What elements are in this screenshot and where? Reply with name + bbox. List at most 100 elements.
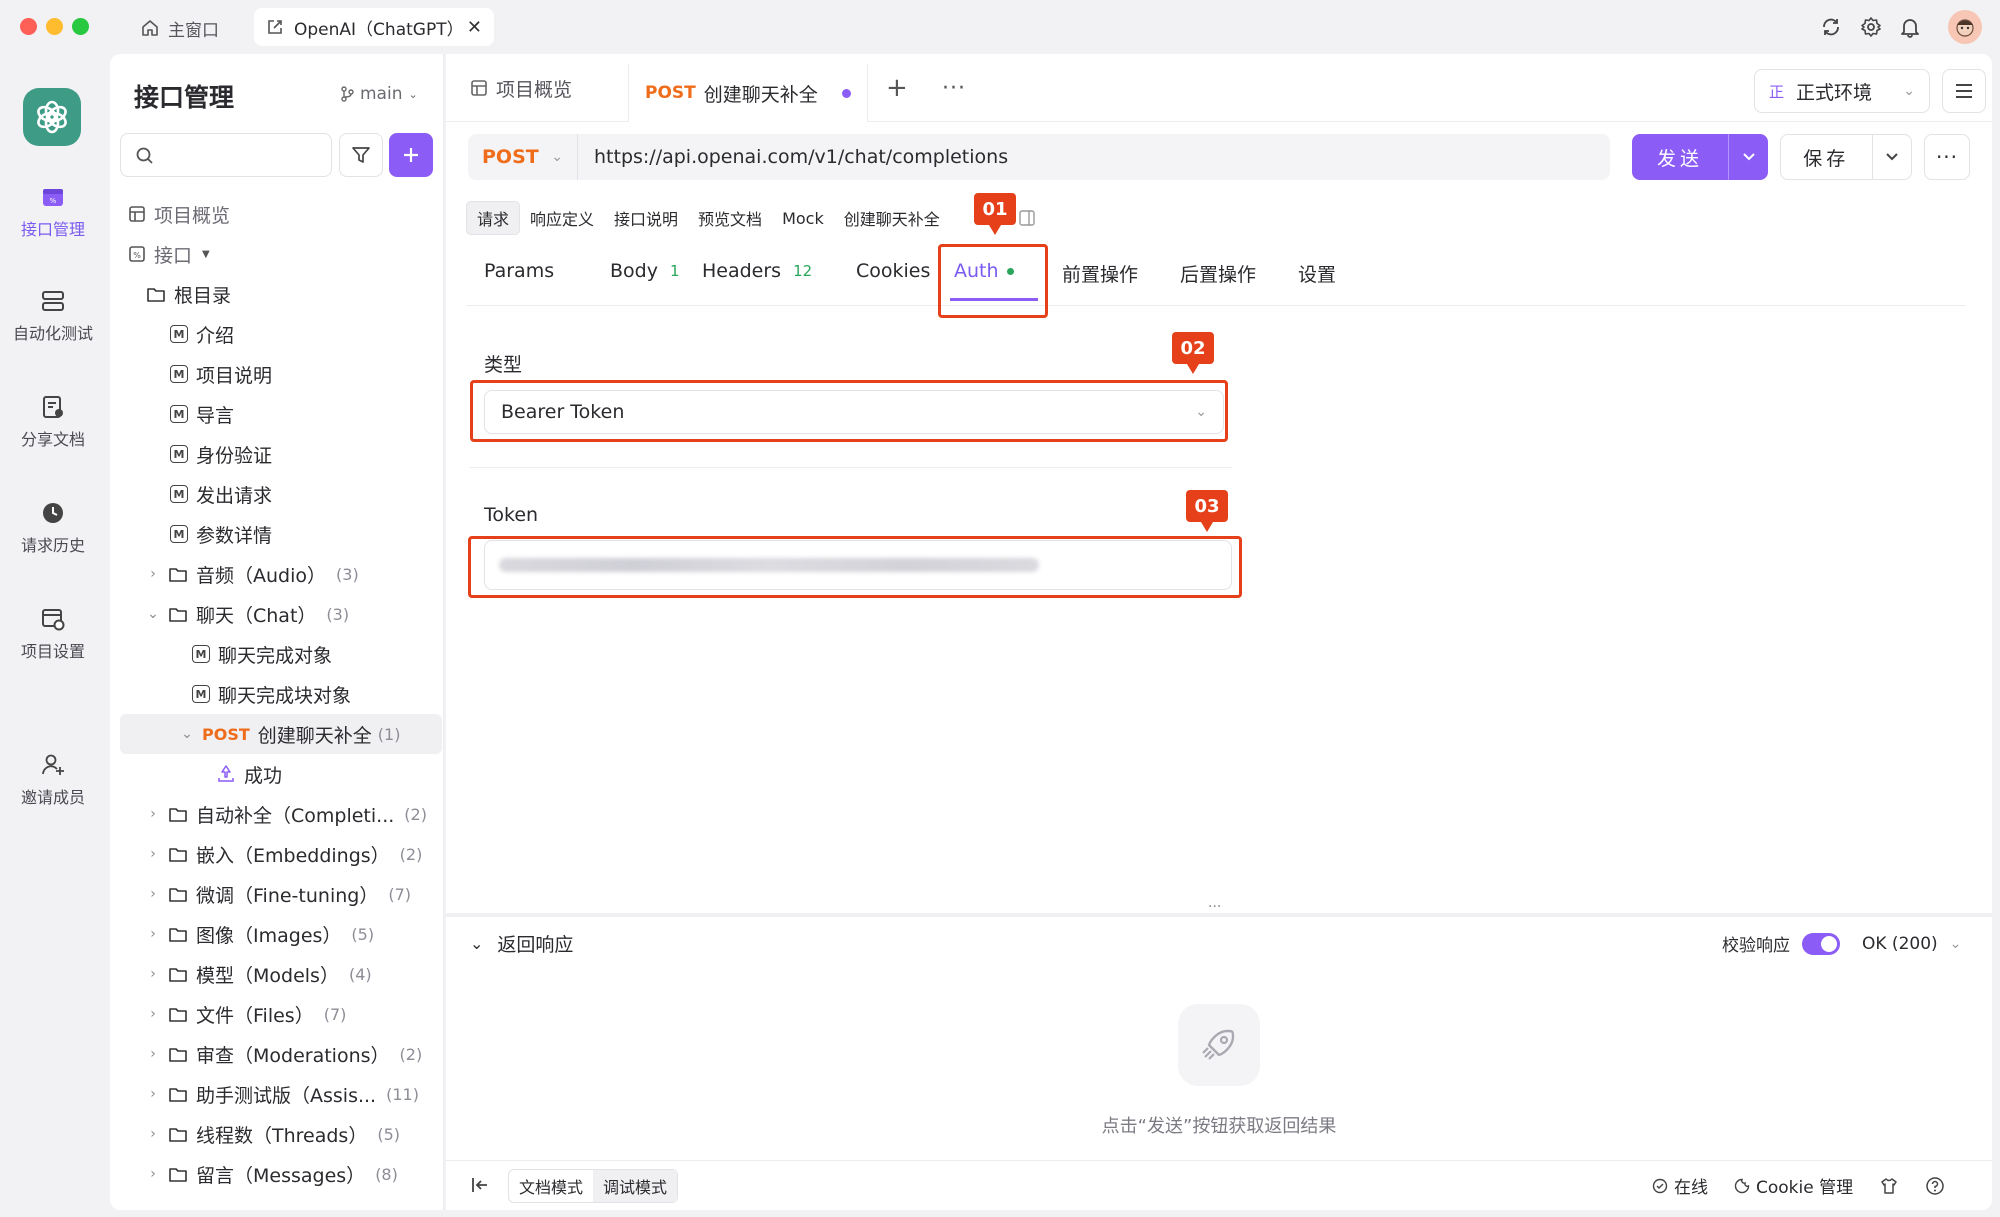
send-button[interactable]: 发送 (1632, 134, 1768, 180)
rail-item-invite[interactable]: 邀请成员 (0, 752, 106, 808)
document-share-icon (40, 394, 66, 420)
tree-folder-moderations[interactable]: › 审查（Moderations） (2) (110, 1034, 444, 1074)
online-status[interactable]: 在线 (1652, 1173, 1708, 1198)
bell-icon[interactable] (1897, 14, 1923, 40)
rail-item-project-settings[interactable]: 项目设置 (0, 606, 106, 662)
sidebar-item-overview[interactable]: 项目概览 (110, 194, 444, 234)
rail-item-api-management[interactable]: % 接口管理 (0, 184, 106, 240)
subtab-request[interactable]: 请求 (466, 201, 521, 235)
subtab-preview-docs[interactable]: 预览文档 (688, 202, 772, 234)
tab-params[interactable]: Params (484, 260, 554, 282)
subtab-api-name[interactable]: 创建聊天补全 (834, 202, 950, 234)
tree-doc-project-notes[interactable]: M 项目说明 (110, 354, 444, 394)
new-tab-button[interactable]: + (886, 68, 908, 108)
subtab-response-definition[interactable]: 响应定义 (520, 202, 604, 234)
branch-selector[interactable]: main ⌄ (340, 84, 418, 104)
gear-icon[interactable] (1858, 14, 1884, 40)
headers-count: 12 (793, 262, 813, 280)
tree-folder-messages[interactable]: › 留言（Messages） (8) (110, 1154, 444, 1194)
zoom-window-button[interactable] (72, 18, 89, 35)
token-label: Token (484, 504, 539, 526)
minimize-window-button[interactable] (46, 18, 63, 35)
folder-icon (168, 845, 188, 863)
help-icon[interactable] (1925, 1176, 1945, 1196)
tree-folder-root[interactable]: 根目录 (110, 274, 444, 314)
tree-folder-embeddings[interactable]: › 嵌入（Embeddings） (2) (110, 834, 444, 874)
subtab-mock[interactable]: Mock (772, 205, 834, 232)
save-options-button[interactable] (1871, 135, 1911, 179)
tab-pre-operations[interactable]: 前置操作 (1062, 260, 1138, 287)
method-badge: POST (645, 83, 696, 103)
tree-folder-audio[interactable]: › 音频（Audio） (3) (110, 554, 444, 594)
env-menu-button[interactable] (1942, 69, 1986, 113)
more-actions-button[interactable]: ··· (1924, 134, 1970, 180)
url-input[interactable]: https://api.openai.com/v1/chat/completio… (578, 146, 1008, 168)
tree-doc-auth[interactable]: M 身份验证 (110, 434, 444, 474)
tree-doc-chat-completion-object[interactable]: M 聊天完成对象 (110, 634, 444, 674)
tree-doc-preface[interactable]: M 导言 (110, 394, 444, 434)
more-icon: ··· (1935, 145, 1959, 169)
panel-icon[interactable] (1018, 209, 1036, 227)
response-header[interactable]: ⌄ 返回响应 (470, 930, 573, 957)
tree-api-create-chat-completion[interactable]: ⌄ POST 创建聊天补全 (1) (120, 714, 442, 754)
rail-item-label: 自动化测试 (12, 324, 93, 343)
markdown-icon: M (170, 525, 188, 543)
validate-label: 校验响应 (1722, 936, 1790, 956)
sync-icon[interactable] (1818, 14, 1844, 40)
tab-post-operations[interactable]: 后置操作 (1180, 260, 1256, 287)
collapse-sidebar-icon[interactable] (470, 1175, 490, 1195)
tab-create-chat-completion[interactable]: POST 创建聊天补全 (628, 64, 868, 122)
folder-icon (168, 885, 188, 903)
add-api-button[interactable] (389, 133, 433, 177)
doc-mode-button[interactable]: 文档模式 (509, 1170, 593, 1202)
folder-icon (168, 1045, 188, 1063)
rail-item-label: 接口管理 (20, 220, 85, 239)
response-splitter[interactable]: ··· (446, 899, 1992, 917)
tree-folder-files[interactable]: › 文件（Files） (7) (110, 994, 444, 1034)
tabs-more-button[interactable]: ··· (942, 68, 966, 108)
avatar[interactable] (1948, 10, 1982, 44)
chevron-right-icon: › (150, 1006, 156, 1022)
close-window-button[interactable] (20, 18, 37, 35)
editor-tabs: 项目概览 POST 创建聊天补全 + ··· 正 正式环境 ⌄ (446, 54, 1992, 122)
tree-doc-params[interactable]: M 参数详情 (110, 514, 444, 554)
tree-example-success[interactable]: 成功 (110, 754, 444, 794)
body-count: 1 (669, 262, 680, 280)
sidebar-search-input[interactable] (120, 133, 332, 177)
tree-folder-models[interactable]: › 模型（Models） (4) (110, 954, 444, 994)
shirt-icon[interactable] (1879, 1176, 1899, 1196)
tree-folder-completions[interactable]: › 自动补全（Completi... (2) (110, 794, 444, 834)
tree-doc-requests[interactable]: M 发出请求 (110, 474, 444, 514)
tree-folder-threads[interactable]: › 线程数（Threads） (5) (110, 1114, 444, 1154)
tab-cookies[interactable]: Cookies (856, 260, 930, 282)
tree-folder-fine-tuning[interactable]: › 微调（Fine-tuning） (7) (110, 874, 444, 914)
status-selector[interactable]: OK (200) (1862, 934, 1938, 954)
rail-item-history[interactable]: 请求历史 (0, 500, 106, 556)
markdown-icon: M (192, 685, 210, 703)
debug-mode-button[interactable]: 调试模式 (593, 1170, 678, 1202)
tree-doc-intro[interactable]: M 介绍 (110, 314, 444, 354)
tree-doc-chat-chunk-object[interactable]: M 聊天完成块对象 (110, 674, 444, 714)
sidebar-item-api-root[interactable]: % 接口 ▼ (110, 234, 444, 274)
tab-body[interactable]: Body 1 (610, 260, 680, 282)
filter-button[interactable] (339, 133, 383, 177)
environment-selector[interactable]: 正 正式环境 ⌄ (1754, 69, 1930, 113)
tab-home[interactable]: 主窗口 (140, 10, 219, 46)
tree-folder-images[interactable]: › 图像（Images） (5) (110, 914, 444, 954)
tab-headers[interactable]: Headers 12 (702, 260, 812, 282)
tab-overview[interactable]: 项目概览 (470, 68, 572, 108)
close-tab-icon[interactable]: ✕ (467, 17, 482, 38)
rail-item-share-docs[interactable]: 分享文档 (0, 394, 106, 450)
send-options-button[interactable] (1728, 134, 1768, 180)
tab-settings[interactable]: 设置 (1298, 260, 1336, 287)
method-badge: POST (202, 724, 250, 744)
rail-item-automation[interactable]: 自动化测试 (0, 288, 106, 344)
validate-toggle[interactable] (1802, 932, 1840, 955)
tree-folder-assistants[interactable]: › 助手测试版（Assis... (11) (110, 1074, 444, 1114)
cookie-manager-button[interactable]: Cookie 管理 (1734, 1173, 1853, 1198)
method-selector[interactable]: POST ⌄ (468, 134, 578, 180)
save-button[interactable]: 保存 (1780, 134, 1912, 180)
subtab-api-description[interactable]: 接口说明 (604, 202, 688, 234)
tree-folder-chat[interactable]: ⌄ 聊天（Chat） (3) (110, 594, 444, 634)
tab-openai[interactable]: OpenAI（ChatGPT） ✕ (254, 8, 494, 46)
